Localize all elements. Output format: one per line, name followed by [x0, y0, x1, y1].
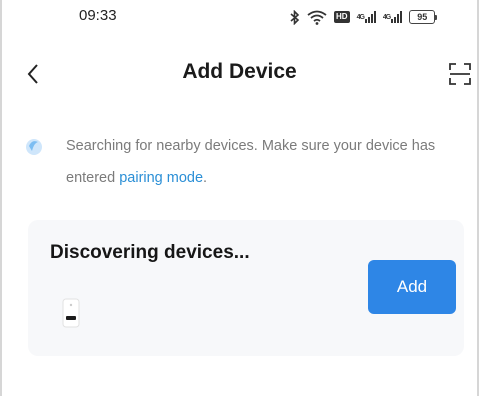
smart-plug-icon: [62, 298, 80, 328]
battery-icon: 95: [409, 10, 438, 24]
scan-button[interactable]: [448, 62, 472, 86]
hint-text-suffix: .: [203, 170, 208, 186]
wifi-icon: [307, 9, 327, 25]
hd-badge: HD: [334, 9, 350, 25]
signal-4g-icon: 4G: [357, 9, 376, 25]
signal-4g-icon-2: 4G: [382, 9, 403, 25]
scan-icon: [449, 63, 471, 85]
discovery-title: Discovering devices...: [50, 242, 250, 263]
hd-badge-label: HD: [334, 11, 350, 23]
add-device-button[interactable]: Add: [368, 260, 456, 314]
app-header: Add Device: [0, 48, 479, 100]
signal-2-label: 4G: [382, 13, 391, 21]
status-bar: 09:33 HD 4G 4G 95: [0, 0, 479, 40]
battery-tip: [435, 14, 438, 20]
pairing-mode-link[interactable]: pairing mode: [119, 170, 203, 186]
battery-level: 95: [409, 10, 436, 24]
bluetooth-search-icon: [26, 139, 42, 155]
hint-text: Searching for nearby devices. Make sure …: [66, 130, 466, 194]
status-time: 09:33: [79, 7, 117, 24]
discovery-card: Discovering devices... Add: [28, 220, 464, 356]
signal-1-label: 4G: [356, 13, 365, 21]
bluetooth-icon: [290, 9, 300, 25]
status-icons: HD 4G 4G 95: [290, 9, 438, 25]
page-title: Add Device: [182, 60, 297, 83]
